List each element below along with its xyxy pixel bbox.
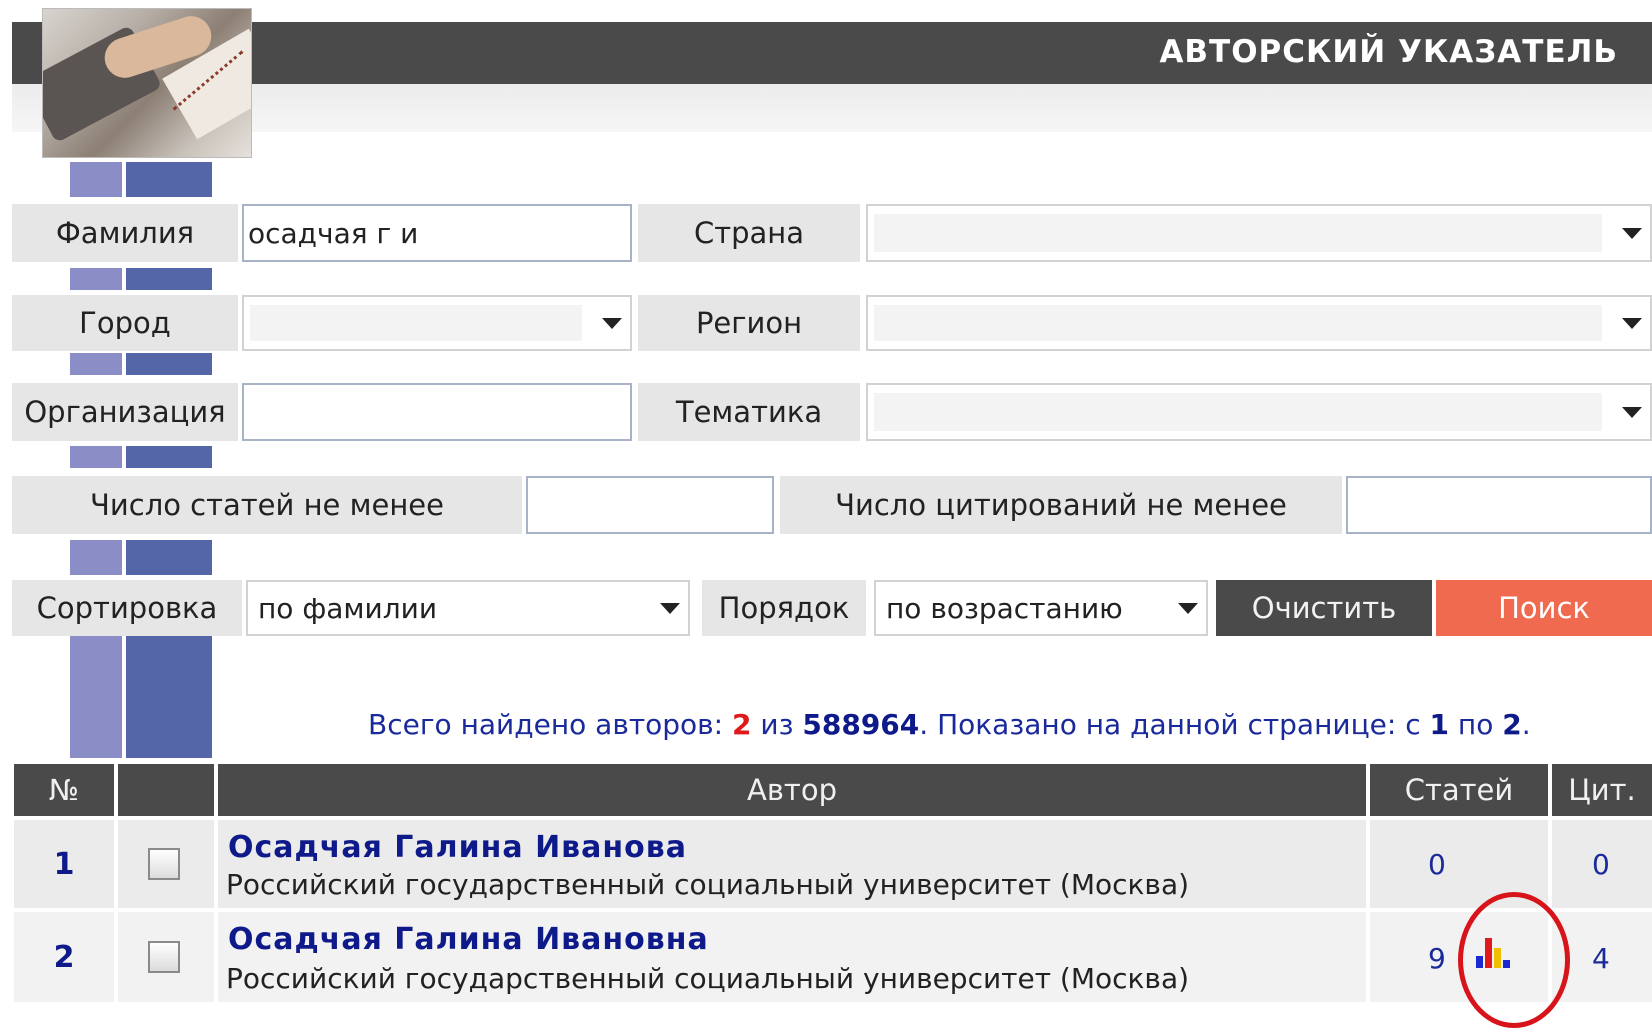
chevron-down-icon (602, 318, 622, 329)
header-subbar (12, 84, 1652, 132)
region-select[interactable] (866, 295, 1652, 351)
decor-square (70, 353, 122, 375)
column-header-articles[interactable]: Статей (1370, 764, 1548, 816)
country-select[interactable] (866, 204, 1652, 262)
organization-input[interactable] (242, 383, 632, 441)
region-label: Регион (638, 295, 860, 351)
topic-select[interactable] (866, 383, 1652, 441)
country-label: Страна (638, 204, 860, 262)
clear-button[interactable]: Очистить (1216, 580, 1432, 636)
order-select[interactable]: по возрастанию (874, 580, 1208, 636)
chevron-down-icon (1178, 603, 1198, 614)
shown-from: 1 (1429, 708, 1449, 741)
decor-square (126, 446, 212, 468)
city-select[interactable] (242, 295, 632, 351)
topic-label: Тематика (638, 383, 860, 441)
summary-to-word: по (1449, 708, 1503, 741)
articles-count[interactable]: 0 (1428, 848, 1446, 881)
author-organization: Российский государственный социальный ун… (226, 962, 1190, 995)
header-photo (42, 8, 252, 158)
decor-square (70, 636, 122, 758)
summary-found-label: Всего найдено авторов: (368, 708, 732, 741)
summary-shown-label: . Показано на данной странице: с (919, 708, 1430, 741)
decor-square (126, 268, 212, 290)
total-count: 588964 (802, 708, 920, 741)
decor-square (70, 268, 122, 290)
citations-count[interactable]: 0 (1592, 848, 1610, 881)
surname-label: Фамилия (12, 204, 238, 262)
decor-square (126, 636, 212, 758)
sort-select[interactable]: по фамилии (246, 580, 690, 636)
author-link[interactable]: Осадчая Галина Иванова (228, 830, 687, 865)
column-header-citations[interactable]: Цит. (1552, 764, 1652, 816)
citations-count[interactable]: 4 (1592, 942, 1610, 975)
summary-suffix: . (1521, 708, 1531, 741)
column-header-author[interactable]: Автор (218, 764, 1366, 816)
sort-label: Сортировка (12, 580, 242, 636)
decor-square (126, 353, 212, 375)
chevron-down-icon (660, 603, 680, 614)
summary-of-word: из (751, 708, 803, 741)
decor-square (70, 162, 122, 197)
column-header-select (118, 764, 214, 816)
search-button[interactable]: Поиск (1436, 580, 1652, 636)
order-label: Порядок (702, 580, 866, 636)
decor-square (126, 540, 212, 575)
min-citations-label: Число цитирований не менее (780, 476, 1342, 534)
row-checkbox[interactable] (148, 941, 180, 973)
highlight-ring (1458, 892, 1570, 1028)
articles-count[interactable]: 9 (1428, 942, 1446, 975)
page-title: АВТОРСКИЙ УКАЗАТЕЛЬ (1159, 34, 1618, 70)
organization-label: Организация (12, 383, 238, 441)
city-label: Город (12, 295, 238, 351)
chevron-down-icon (1622, 407, 1642, 418)
row-checkbox[interactable] (148, 848, 180, 880)
found-count: 2 (732, 708, 752, 741)
surname-input[interactable]: осадчая г и (242, 204, 632, 262)
decor-square (126, 162, 212, 197)
shown-to: 2 (1502, 708, 1522, 741)
row-number: 2 (53, 939, 75, 975)
decor-square (70, 446, 122, 468)
row-number: 1 (53, 846, 75, 882)
decor-square (70, 540, 122, 575)
min-articles-input[interactable] (526, 476, 774, 534)
chevron-down-icon (1622, 318, 1642, 329)
author-organization: Российский государственный социальный ун… (226, 868, 1190, 901)
min-articles-label: Число статей не менее (12, 476, 522, 534)
chevron-down-icon (1622, 228, 1642, 239)
results-summary: Всего найдено авторов: 2 из 588964. Пока… (368, 708, 1531, 741)
column-header-num[interactable]: № (14, 764, 114, 816)
min-citations-input[interactable] (1346, 476, 1652, 534)
author-link[interactable]: Осадчая Галина Ивановна (228, 922, 709, 957)
